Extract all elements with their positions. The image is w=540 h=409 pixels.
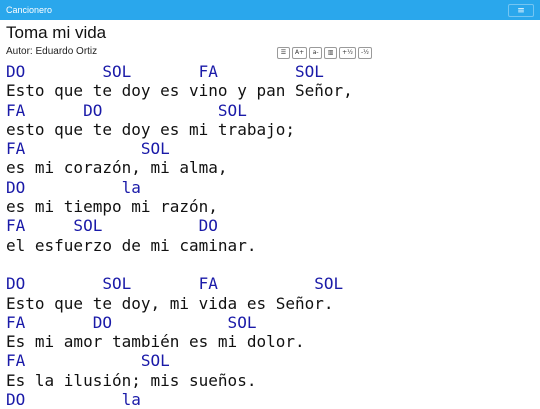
chord-line: FA SOL bbox=[6, 351, 170, 371]
song-toolbar: ☰ A+ a- ▥ +½ -½ bbox=[277, 47, 372, 59]
chord-line: DO SOL FA SOL bbox=[6, 62, 324, 81]
transpose-up-button[interactable]: +½ bbox=[339, 47, 356, 59]
lyric-line: el esfuerzo de mi caminar. bbox=[6, 235, 257, 255]
lyric-line: es mi corazón, mi alma, bbox=[6, 158, 228, 178]
lyric-line: Esto que te doy es vino y pan Señor, bbox=[6, 81, 353, 101]
app-brand[interactable]: Cancionero bbox=[6, 4, 52, 16]
chord-line: FA DO SOL bbox=[6, 312, 257, 332]
chord-line: FA SOL bbox=[6, 139, 170, 159]
chord-line: FA DO SOL bbox=[6, 100, 247, 120]
menu-button[interactable]: ≡ bbox=[508, 4, 534, 17]
lyric-line: Esto que te doy, mi vida es Señor. bbox=[6, 293, 334, 313]
chord-line: DO la bbox=[6, 390, 141, 409]
song-author: Autor: Eduardo Ortiz bbox=[6, 46, 98, 57]
lyrics-with-chords: DO SOL FA SOL Esto que te doy es vino y p… bbox=[6, 62, 353, 409]
chord-line: DO la bbox=[6, 177, 141, 197]
transpose-down-button[interactable]: -½ bbox=[357, 47, 372, 59]
lyric-line: esto que te doy es mi trabajo; bbox=[6, 119, 295, 139]
chord-line: FA SOL DO bbox=[6, 216, 218, 236]
hamburger-icon: ≡ bbox=[517, 5, 525, 16]
top-navbar: Cancionero ≡ bbox=[0, 0, 540, 20]
lyric-line: Es mi amor también es mi dolor. bbox=[6, 332, 305, 352]
list-button[interactable]: ☰ bbox=[277, 47, 290, 59]
lyric-line: Es la ilusión; mis sueños. bbox=[6, 370, 257, 390]
lyric-line: es mi tiempo mi razón, bbox=[6, 197, 218, 217]
font-increase-button[interactable]: A+ bbox=[292, 47, 308, 59]
song-title: Toma mi vida bbox=[6, 23, 107, 42]
columns-button[interactable]: ▥ bbox=[324, 47, 338, 59]
font-decrease-button[interactable]: a- bbox=[309, 47, 323, 59]
chord-line: DO SOL FA SOL bbox=[6, 274, 344, 294]
